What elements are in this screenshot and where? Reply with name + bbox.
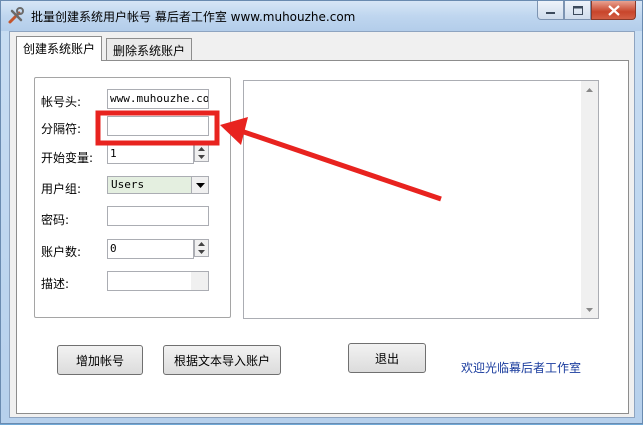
dialog-client-area: 创建系统账户 删除系统账户 帐号头: www.muhouzhe.com 分隔符:…: [9, 31, 635, 418]
close-icon: [607, 4, 620, 16]
maximize-icon: [572, 5, 583, 15]
close-button[interactable]: [591, 1, 636, 20]
prefix-input[interactable]: www.muhouzhe.com: [107, 89, 209, 109]
minimize-button[interactable]: [537, 1, 564, 20]
start-value-spinner[interactable]: [194, 144, 209, 162]
tab-delete-accounts[interactable]: 删除系统账户: [106, 38, 193, 60]
spin-down-icon[interactable]: [195, 248, 208, 256]
separator-label: 分隔符:: [41, 122, 82, 136]
title-bar[interactable]: 批量创建系统用户帐号 幕后者工作室 www.muhouzhe.com: [1, 1, 642, 31]
user-group-select[interactable]: Users: [107, 176, 209, 194]
window-title: 批量创建系统用户帐号 幕后者工作室 www.muhouzhe.com: [31, 10, 356, 24]
app-window: 批量创建系统用户帐号 幕后者工作室 www.muhouzhe.com 创建系统账…: [0, 0, 643, 424]
scroll-down-icon[interactable]: [581, 301, 598, 318]
prefix-label: 帐号头:: [41, 95, 82, 109]
import-from-text-button[interactable]: 根据文本导入账户: [163, 345, 281, 375]
start-value-label: 开始变量:: [41, 151, 94, 165]
account-count-label: 账户数:: [41, 245, 82, 259]
maximize-button[interactable]: [564, 1, 591, 20]
password-label: 密码:: [41, 213, 70, 227]
welcome-text: 欢迎光临幕后者工作室: [461, 361, 582, 375]
user-group-label: 用户组:: [41, 182, 82, 196]
vertical-scrollbar[interactable]: [581, 81, 598, 318]
spin-up-icon[interactable]: [195, 240, 208, 248]
user-group-value: Users: [111, 178, 145, 191]
output-textarea[interactable]: [243, 80, 599, 319]
tab-panel: 帐号头: www.muhouzhe.com 分隔符: 开始变量: 1 用户组: …: [16, 60, 629, 414]
password-input[interactable]: [107, 206, 209, 226]
start-value-input[interactable]: 1: [107, 144, 194, 164]
tab-create-accounts[interactable]: 创建系统账户: [16, 36, 103, 61]
add-account-button[interactable]: 增加帐号: [57, 345, 143, 375]
spin-up-icon[interactable]: [195, 145, 208, 153]
chevron-down-icon[interactable]: [191, 177, 208, 193]
tools-icon: [8, 7, 24, 24]
minimize-icon: [546, 11, 555, 14]
description-input[interactable]: [107, 271, 209, 291]
spin-down-icon[interactable]: [195, 153, 208, 161]
scroll-up-icon[interactable]: [581, 81, 598, 98]
account-count-input[interactable]: 0: [107, 239, 194, 259]
description-label: 描述:: [41, 277, 70, 291]
account-count-spinner[interactable]: [194, 239, 209, 257]
exit-button[interactable]: 退出: [348, 343, 426, 373]
description-side-stub: [191, 272, 208, 290]
separator-input[interactable]: [107, 116, 209, 136]
